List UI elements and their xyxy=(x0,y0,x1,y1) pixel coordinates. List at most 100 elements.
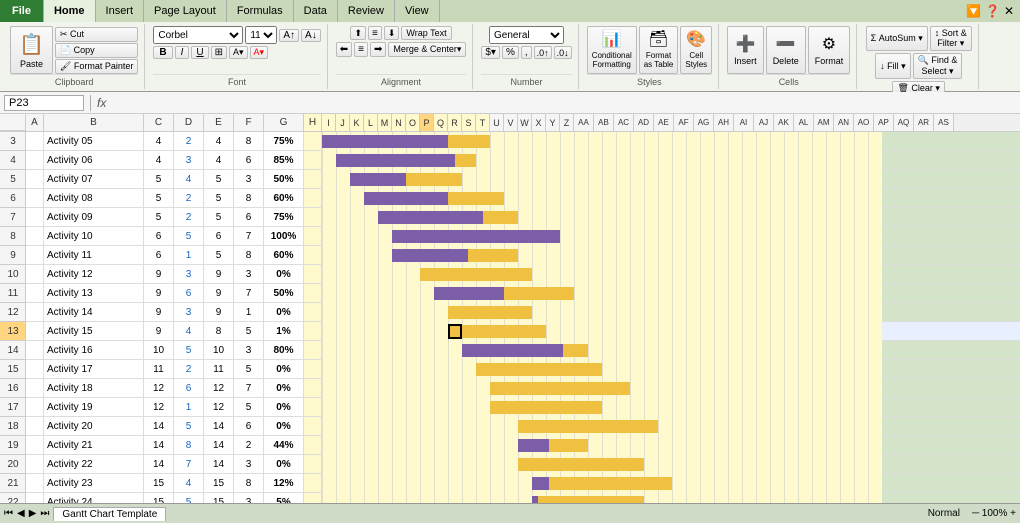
nav-first-icon[interactable]: ⏮ xyxy=(4,508,13,519)
col-header-t[interactable]: T xyxy=(476,114,490,131)
gantt-row[interactable] xyxy=(322,170,882,189)
gantt-row[interactable] xyxy=(322,398,882,417)
gantt-row[interactable] xyxy=(322,341,882,360)
col-header-am[interactable]: AM xyxy=(814,114,834,131)
row-header-3[interactable]: 3 xyxy=(0,132,26,151)
format-as-table-button[interactable]: 🗃 Formatas Table xyxy=(639,26,679,74)
find-select-button[interactable]: 🔍 Find &Select ▾ xyxy=(913,53,963,79)
col-header-u[interactable]: U xyxy=(490,114,504,131)
col-header-c[interactable]: C xyxy=(144,114,174,131)
sheet-tab[interactable]: Gantt Chart Template xyxy=(53,507,166,521)
row-header-14[interactable]: 14 xyxy=(0,341,26,360)
gantt-row[interactable] xyxy=(322,322,882,341)
bold-button[interactable]: B xyxy=(153,46,172,59)
row-header-16[interactable]: 16 xyxy=(0,379,26,398)
col-header-al[interactable]: AL xyxy=(794,114,814,131)
activity-cell[interactable]: Activity 06 xyxy=(44,151,144,169)
gantt-row[interactable] xyxy=(322,417,882,436)
row-header-15[interactable]: 15 xyxy=(0,360,26,379)
autosum-button[interactable]: Σ AutoSum ▾ xyxy=(866,26,928,51)
col-header-a[interactable]: A xyxy=(26,114,44,131)
decimal-inc-button[interactable]: .0↑ xyxy=(534,46,552,59)
row-header-19[interactable]: 19 xyxy=(0,436,26,455)
cut-button[interactable]: ✂ Cut xyxy=(55,27,138,42)
activity-cell[interactable]: Activity 08 xyxy=(44,189,144,207)
font-grow-button[interactable]: A↑ xyxy=(279,29,299,42)
activity-cell[interactable]: Activity 15 xyxy=(44,322,144,340)
col-header-s[interactable]: S xyxy=(462,114,476,131)
align-center-button[interactable]: ≡ xyxy=(354,42,368,57)
gantt-row[interactable] xyxy=(322,151,882,170)
activity-cell[interactable]: Activity 09 xyxy=(44,208,144,226)
percent-button[interactable]: % xyxy=(502,46,519,59)
activity-cell[interactable]: Activity 22 xyxy=(44,455,144,473)
gantt-row[interactable] xyxy=(322,265,882,284)
col-header-q[interactable]: Q xyxy=(434,114,448,131)
row-header-21[interactable]: 21 xyxy=(0,474,26,493)
row-header-20[interactable]: 20 xyxy=(0,455,26,474)
gantt-row[interactable] xyxy=(322,303,882,322)
col-header-af[interactable]: AF xyxy=(674,114,694,131)
col-header-b[interactable]: B xyxy=(44,114,144,131)
row-header-10[interactable]: 10 xyxy=(0,265,26,284)
gantt-row[interactable] xyxy=(322,360,882,379)
sort-filter-button[interactable]: ↕ Sort &Filter ▾ xyxy=(930,26,972,51)
activity-cell[interactable]: Activity 21 xyxy=(44,436,144,454)
activity-cell[interactable]: Activity 16 xyxy=(44,341,144,359)
gantt-row[interactable] xyxy=(322,227,882,246)
row-header-17[interactable]: 17 xyxy=(0,398,26,417)
gantt-row[interactable] xyxy=(322,474,882,493)
font-shrink-button[interactable]: A↓ xyxy=(301,29,321,42)
row-header-13[interactable]: 13 xyxy=(0,322,26,341)
col-header-r[interactable]: R xyxy=(448,114,462,131)
activity-cell[interactable]: Activity 20 xyxy=(44,417,144,435)
col-header-as[interactable]: AS xyxy=(934,114,954,131)
activity-cell[interactable]: Activity 07 xyxy=(44,170,144,188)
activity-cell[interactable]: Activity 12 xyxy=(44,265,144,283)
activity-cell[interactable]: Activity 05 xyxy=(44,132,144,150)
close-icon[interactable]: ✕ xyxy=(1004,4,1014,18)
wrap-text-button[interactable]: Wrap Text xyxy=(401,26,451,40)
gantt-row[interactable] xyxy=(322,284,882,303)
activity-cell[interactable]: Activity 11 xyxy=(44,246,144,264)
activity-cell[interactable]: Activity 17 xyxy=(44,360,144,378)
col-header-y[interactable]: Y xyxy=(546,114,560,131)
format-button[interactable]: ⚙ Format xyxy=(808,26,851,74)
col-header-m[interactable]: M xyxy=(378,114,392,131)
name-box[interactable] xyxy=(4,95,84,111)
paste-button[interactable]: 📋 Paste xyxy=(10,26,53,74)
row-header-4[interactable]: 4 xyxy=(0,151,26,170)
row-header-6[interactable]: 6 xyxy=(0,189,26,208)
activity-cell[interactable]: Activity 19 xyxy=(44,398,144,416)
nav-next-icon[interactable]: ▶ xyxy=(29,508,37,519)
nav-prev-icon[interactable]: ◀ xyxy=(17,508,25,519)
gantt-row[interactable] xyxy=(322,189,882,208)
fill-button[interactable]: ↓ Fill ▾ xyxy=(875,53,911,79)
align-middle-button[interactable]: ≡ xyxy=(368,26,382,40)
number-format-select[interactable]: General xyxy=(489,26,564,44)
col-header-aq[interactable]: AQ xyxy=(894,114,914,131)
col-header-aa[interactable]: AA xyxy=(574,114,594,131)
font-name-select[interactable]: Corbel xyxy=(153,26,243,44)
col-header-ap[interactable]: AP xyxy=(874,114,894,131)
gantt-row[interactable] xyxy=(322,208,882,227)
gantt-row[interactable] xyxy=(322,379,882,398)
activity-cell[interactable]: Activity 24 xyxy=(44,493,144,503)
insert-tab[interactable]: Insert xyxy=(96,0,145,22)
gantt-row[interactable] xyxy=(322,455,882,474)
col-header-n[interactable]: N xyxy=(392,114,406,131)
col-header-ab[interactable]: AB xyxy=(594,114,614,131)
col-header-aj[interactable]: AJ xyxy=(754,114,774,131)
help-icon[interactable]: ❓ xyxy=(985,4,1000,18)
align-bottom-button[interactable]: ⬇ xyxy=(384,26,400,40)
review-tab[interactable]: Review xyxy=(338,0,395,22)
delete-button[interactable]: ➖ Delete xyxy=(766,26,806,74)
gantt-row[interactable] xyxy=(322,493,882,503)
formulas-tab[interactable]: Formulas xyxy=(227,0,294,22)
format-painter-button[interactable]: 🖌 Format Painter xyxy=(55,59,138,74)
home-tab[interactable]: Home xyxy=(44,0,96,22)
gantt-row[interactable] xyxy=(322,436,882,455)
row-header-9[interactable]: 9 xyxy=(0,246,26,265)
insert-button[interactable]: ➕ Insert xyxy=(727,26,764,74)
activity-cell[interactable]: Activity 14 xyxy=(44,303,144,321)
